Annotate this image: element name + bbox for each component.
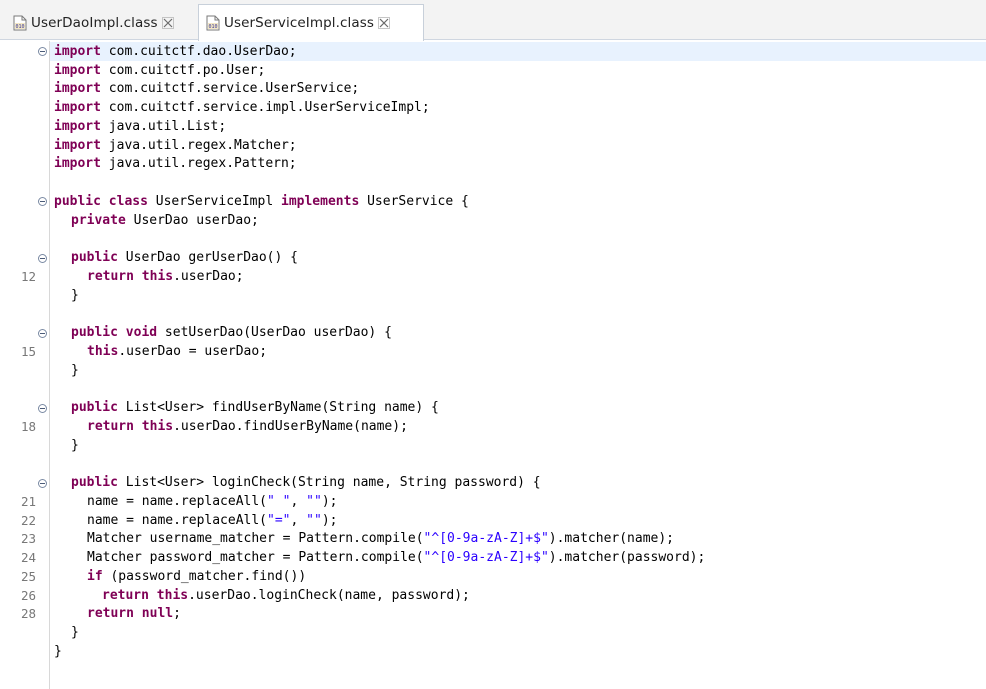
editor-tab-bar: 010 UserDaoImpl.class 010 UserServiceImp…	[0, 0, 986, 41]
fold-collapse-icon[interactable]	[38, 479, 47, 488]
code-line: Matcher username_matcher = Pattern.compi…	[87, 531, 675, 546]
fold-collapse-icon[interactable]	[38, 254, 47, 263]
tab-userdaoimpl[interactable]: 010 UserDaoImpl.class	[6, 5, 192, 40]
fold-collapse-icon[interactable]	[38, 197, 47, 206]
code-line: import java.util.regex.Pattern;	[54, 156, 297, 171]
class-file-icon: 010	[206, 15, 220, 31]
fold-collapse-icon[interactable]	[38, 404, 47, 413]
code-line: public void setUserDao(UserDao userDao) …	[71, 325, 392, 340]
code-line: }	[71, 363, 79, 378]
code-line: return null;	[87, 606, 181, 621]
line-number: 15	[20, 344, 36, 359]
code-editor[interactable]: import com.cuitctf.dao.UserDao; import c…	[50, 41, 986, 689]
code-line: name = name.replaceAll(" ", "");	[87, 494, 338, 509]
editor-gutter: 12 15 18 21 22 23 24 25 26 28	[0, 41, 50, 689]
code-line: import com.cuitctf.service.impl.UserServ…	[54, 100, 430, 115]
code-line: }	[71, 288, 79, 303]
tab-userserviceimpl[interactable]: 010 UserServiceImpl.class	[198, 4, 424, 41]
line-number: 23	[20, 531, 36, 546]
code-line: import java.util.regex.Matcher;	[54, 138, 297, 153]
code-line: public List<User> loginCheck(String name…	[71, 475, 541, 490]
code-line: import com.cuitctf.service.UserService;	[54, 81, 360, 96]
svg-text:010: 010	[15, 24, 24, 30]
code-line: this.userDao = userDao;	[87, 344, 268, 359]
code-line: public UserDao gerUserDao() {	[71, 250, 298, 265]
code-line: return this.userDao.findUserByName(name)…	[87, 419, 408, 434]
code-line: public class UserServiceImpl implements …	[54, 194, 469, 209]
line-number: 24	[20, 550, 36, 565]
close-icon[interactable]	[161, 16, 174, 29]
line-number: 21	[20, 494, 36, 509]
line-number: 22	[20, 513, 36, 528]
close-icon[interactable]	[378, 17, 390, 29]
fold-collapse-icon[interactable]	[38, 47, 47, 56]
line-number: 26	[20, 588, 36, 603]
class-file-icon: 010	[13, 15, 27, 31]
tab-label: UserDaoImpl.class	[31, 14, 158, 31]
code-line: }	[71, 625, 79, 640]
code-line: import java.util.List;	[54, 119, 227, 134]
code-line: Matcher password_matcher = Pattern.compi…	[87, 550, 706, 565]
code-line: name = name.replaceAll("=", "");	[87, 513, 338, 528]
svg-text:010: 010	[208, 24, 217, 30]
code-line: if (password_matcher.find())	[87, 569, 307, 584]
line-number: 18	[20, 419, 36, 434]
code-line: private UserDao userDao;	[71, 213, 259, 228]
code-line: }	[54, 644, 62, 659]
tab-label: UserServiceImpl.class	[224, 15, 375, 31]
code-line: return this.userDao.loginCheck(name, pas…	[102, 588, 470, 603]
line-number: 28	[20, 606, 36, 621]
code-line: import com.cuitctf.dao.UserDao;	[54, 44, 297, 59]
code-line: return this.userDao;	[87, 269, 244, 284]
line-number: 25	[20, 569, 36, 584]
fold-collapse-icon[interactable]	[38, 329, 47, 338]
line-number: 12	[20, 269, 36, 284]
code-line: }	[71, 438, 79, 453]
code-line: public List<User> findUserByName(String …	[71, 400, 439, 415]
code-line: import com.cuitctf.po.User;	[54, 63, 266, 78]
